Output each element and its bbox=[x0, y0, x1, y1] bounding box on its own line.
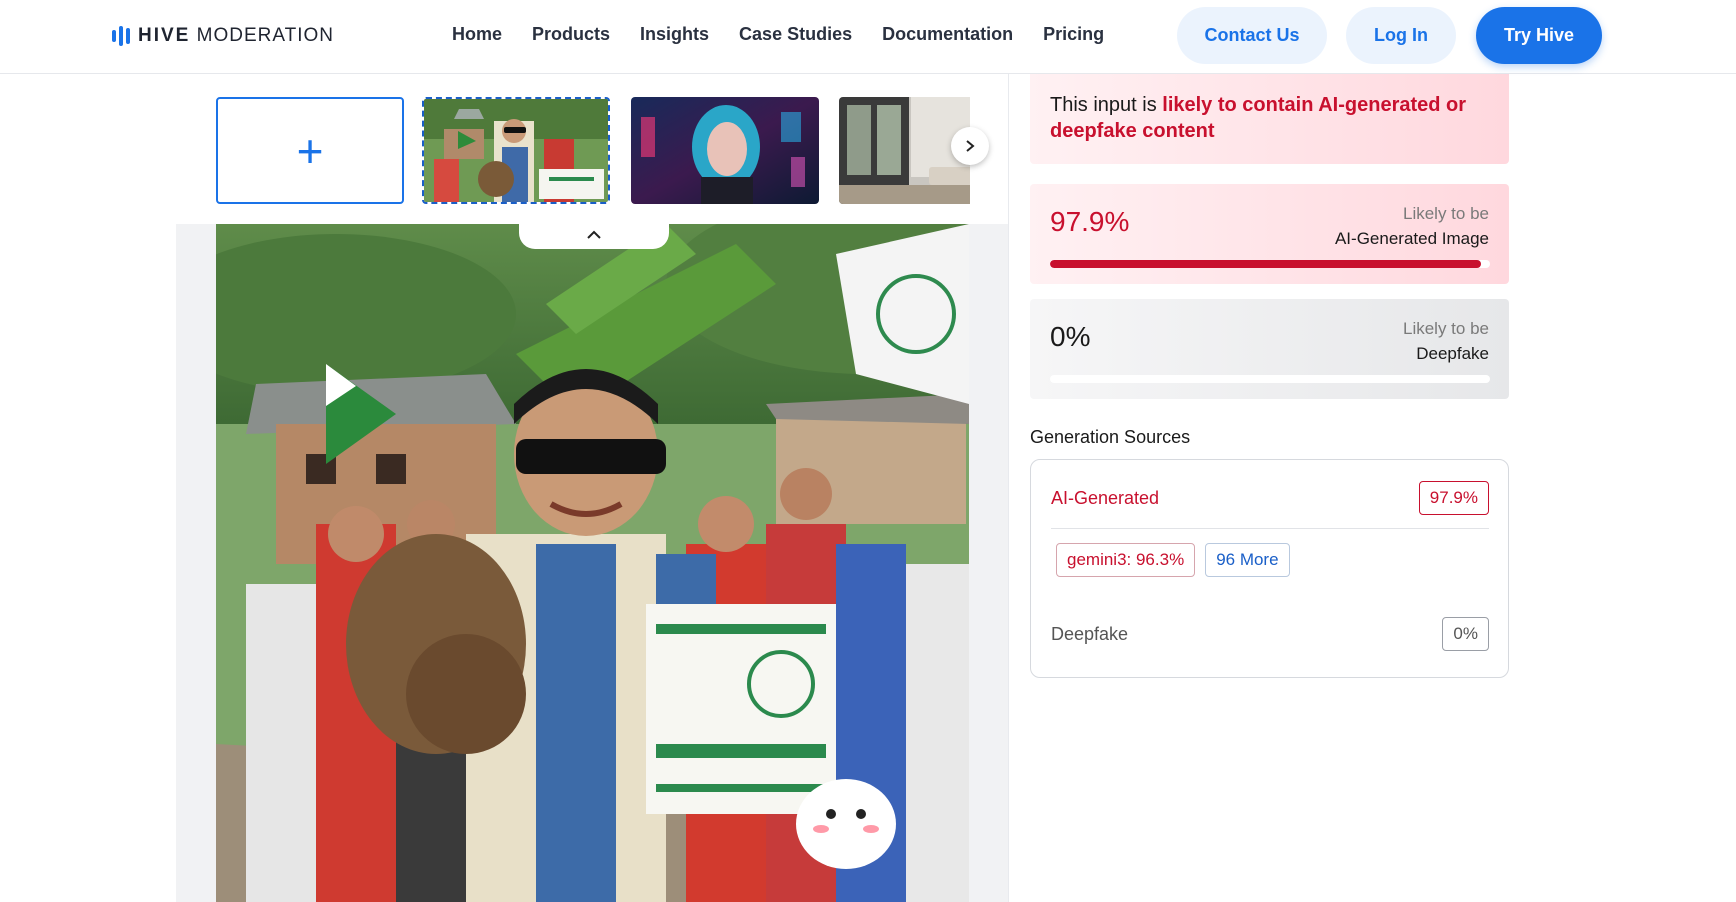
more-models-button[interactable]: 96 More bbox=[1205, 543, 1290, 577]
ai-score-progress-bar bbox=[1050, 260, 1490, 268]
df-score-label-sub: Likely to be bbox=[1403, 319, 1489, 338]
logo-bold: HIVE bbox=[138, 25, 191, 46]
hive-logo-icon bbox=[112, 25, 130, 47]
verdict-text: This input is likely to contain AI-gener… bbox=[1050, 92, 1490, 144]
deepfake-score-card: 0% Likely to be Deepfake bbox=[1030, 299, 1509, 399]
verdict-banner: This input is likely to contain AI-gener… bbox=[1030, 74, 1509, 164]
deepfake-row: Deepfake 0% bbox=[1051, 616, 1489, 652]
ai-score-progress-fill bbox=[1050, 260, 1481, 268]
image-input-panel: + bbox=[176, 74, 1009, 902]
plus-icon: + bbox=[296, 124, 324, 177]
nav-pricing[interactable]: Pricing bbox=[1043, 24, 1104, 45]
nav-products[interactable]: Products bbox=[532, 24, 610, 45]
df-score-label-main: Deepfake bbox=[1416, 344, 1489, 363]
ai-score-label-sub: Likely to be bbox=[1403, 204, 1489, 223]
chevron-up-icon bbox=[587, 230, 601, 239]
rally-photo bbox=[216, 224, 969, 902]
nav-documentation[interactable]: Documentation bbox=[882, 24, 1013, 45]
ai-generated-value-badge: 97.9% bbox=[1418, 481, 1489, 515]
thumbnail-next-button[interactable] bbox=[951, 127, 989, 165]
df-score-value: 0% bbox=[1050, 321, 1091, 352]
deepfake-value-badge: 0% bbox=[1442, 617, 1489, 651]
top-nav-bar: HIVE MODERATION Home Products Insights C… bbox=[0, 0, 1736, 74]
hive-logo[interactable]: HIVE MODERATION bbox=[112, 23, 334, 49]
model-tag-gemini3: gemini3: 96.3% bbox=[1056, 543, 1196, 577]
analyzed-image-preview bbox=[216, 224, 969, 902]
sample-thumbnail-cyber-portrait[interactable] bbox=[631, 97, 819, 204]
sample-thumbnail-strip: + bbox=[216, 97, 970, 205]
generation-sources-card: AI-Generated 97.9% gemini3: 96.3% 96 Mor… bbox=[1030, 459, 1509, 678]
ai-generated-label: AI-Generated bbox=[1051, 487, 1160, 508]
sample-thumbnail-selected[interactable] bbox=[422, 97, 610, 204]
verdict-prefix: This input is bbox=[1050, 94, 1163, 116]
generation-sources-title: Generation Sources bbox=[1030, 427, 1191, 447]
nav-insights[interactable]: Insights bbox=[640, 24, 709, 45]
logo-wordmark: HIVE MODERATION bbox=[138, 25, 334, 47]
ai-generated-score-card: 97.9% Likely to be AI-Generated Image bbox=[1030, 184, 1509, 284]
contact-us-button[interactable]: Contact Us bbox=[1177, 7, 1327, 64]
ai-score-label-main: AI-Generated Image bbox=[1334, 229, 1489, 248]
upload-image-button[interactable]: + bbox=[216, 97, 404, 204]
ai-score-label: Likely to be AI-Generated Image bbox=[1335, 201, 1489, 251]
ai-score-value: 97.9% bbox=[1050, 206, 1130, 237]
model-tags: gemini3: 96.3% 96 More bbox=[1056, 543, 1290, 577]
df-score-label: Likely to be Deepfake bbox=[1403, 316, 1489, 366]
ai-generated-row: AI-Generated 97.9% bbox=[1051, 480, 1489, 516]
nav-case-studies[interactable]: Case Studies bbox=[739, 24, 852, 45]
interior-thumbnail-image bbox=[839, 97, 970, 204]
cyber-portrait-thumbnail-image bbox=[631, 97, 819, 204]
df-score-progress-bar bbox=[1050, 375, 1490, 383]
try-hive-button[interactable]: Try Hive bbox=[1476, 7, 1602, 64]
sources-divider bbox=[1051, 528, 1489, 529]
sample-thumbnail-interior[interactable] bbox=[839, 97, 970, 204]
logo-light: MODERATION bbox=[196, 25, 335, 46]
collapse-thumbnails-button[interactable] bbox=[519, 221, 669, 249]
main-nav: Home Products Insights Case Studies Docu… bbox=[452, 24, 1104, 45]
log-in-button[interactable]: Log In bbox=[1346, 7, 1456, 64]
nav-home[interactable]: Home bbox=[452, 24, 502, 45]
chevron-right-icon bbox=[966, 140, 975, 152]
rally-thumbnail-image bbox=[424, 99, 608, 202]
deepfake-label: Deepfake bbox=[1051, 623, 1129, 644]
